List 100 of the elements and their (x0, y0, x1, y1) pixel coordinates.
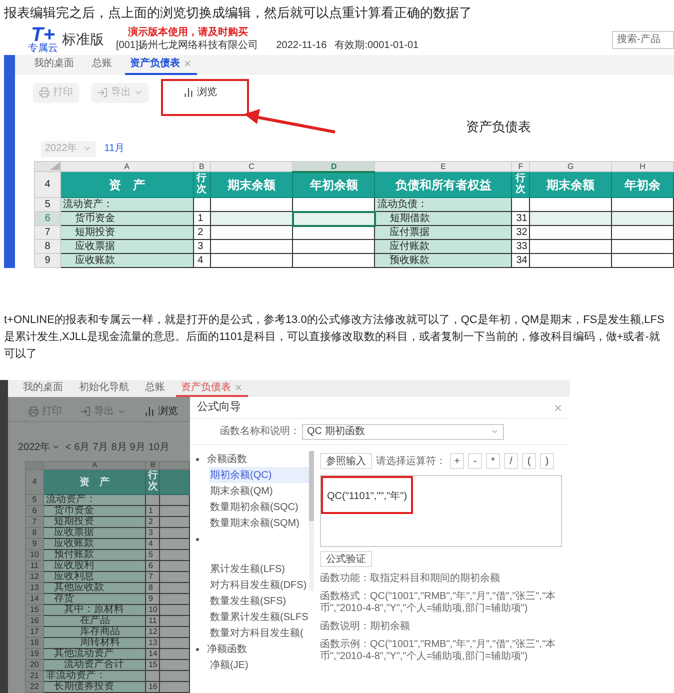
close-icon[interactable] (553, 402, 563, 412)
sheet-cell: 资 产 (60, 172, 194, 198)
tab[interactable]: 初始化导航 (74, 380, 134, 397)
row-number: 22 (26, 682, 44, 692)
tree-item[interactable]: 数量发生额(SFS) (209, 593, 310, 609)
row-number: 20 (26, 660, 44, 670)
month-tab[interactable]: 9月 (130, 440, 146, 455)
sheet-cell: 其他应收款 (43, 582, 146, 594)
sheet-cell: 应收利息 (43, 572, 146, 582)
export-icon (80, 406, 91, 416)
tab[interactable]: 我的桌面 (29, 54, 79, 75)
verify-formula-button[interactable]: 公式验证 (320, 551, 372, 567)
row-number: 10 (26, 550, 44, 560)
bar-chart-icon (183, 87, 194, 98)
validity-text: 有效期:0001-01-01 (334, 39, 419, 52)
sheet-cell: 其他流动资产 (43, 648, 146, 660)
column-header[interactable]: H (612, 161, 674, 172)
sheet-cell: 库存商品 (43, 626, 146, 638)
company-name: [001]扬州七龙网络科技有限公司 (116, 39, 258, 52)
scrollbar[interactable] (309, 451, 314, 591)
operator-button[interactable]: + (450, 453, 464, 469)
sheet-cell: 应收账款 (43, 538, 146, 550)
tree-group[interactable]: 净额函数 (207, 642, 247, 656)
function-label: 函数名称和说明： (220, 424, 300, 439)
sheet-cell: 预收账款 (374, 254, 512, 268)
bullet-icon (196, 458, 199, 460)
tree-group[interactable]: 余额函数 (207, 452, 247, 466)
search-field[interactable]: 搜索-产品 (612, 30, 674, 49)
function-select[interactable]: QC 期初函数 (302, 424, 504, 440)
operator-button[interactable]: ) (540, 453, 554, 469)
reference-input-button[interactable]: 参照输入 (320, 453, 372, 469)
month-tab[interactable]: 6月 (74, 440, 90, 455)
tree-item[interactable]: 数量期末余额(SQM) (209, 515, 310, 531)
sheet-cell: 应收股利 (43, 560, 146, 572)
column-header[interactable]: A (60, 161, 194, 172)
sheet-cell: 流动资产合计 (43, 660, 146, 670)
tree-item[interactable]: 期初余额(QC) (209, 467, 310, 483)
body-paragraph: t+ONLINE的报表和专属云一样，就是打开的是公式，参考13.0的公式修改方法修改就可以了，QC是年初，QM是期末，FS是发生额,LFS是累计发生,XJLL是现金流量的意思。后面的1101是科目，可以直接修改取数的科目，或者复制一下当前的，修改科目编码，做+或者-就可以了 (3, 312, 666, 362)
sheet-cell: 货币资金 (43, 506, 146, 516)
tree-item[interactable]: 数量累计发生额(SLFS (209, 609, 310, 625)
column-header[interactable]: F (512, 161, 530, 172)
date-text: 2022-11-16 (276, 39, 327, 52)
close-icon (234, 383, 243, 392)
tree-item[interactable]: 数量期初余额(SQC) (209, 499, 310, 515)
month-tab[interactable]: 8月 (111, 440, 127, 455)
sheet-cell (160, 470, 190, 494)
column-header[interactable]: G (530, 161, 612, 172)
row-number: 8 (34, 240, 60, 254)
dialog-title: 公式向导 (197, 400, 241, 416)
formula-field[interactable]: QC("1101","","年") (320, 475, 562, 547)
select-all-corner[interactable] (26, 462, 44, 470)
sheet-cell: 长期债券投资 (43, 682, 146, 692)
sheet-cell: 期末余额 (210, 172, 293, 198)
operator-button[interactable]: ( (522, 453, 536, 469)
column-header[interactable] (160, 462, 190, 470)
month-tab[interactable]: 10月 (148, 440, 170, 455)
sheet-cell: 短期借款 (374, 212, 512, 226)
operator-button[interactable]: / (504, 453, 518, 469)
sheet-cell: 应收票据 (60, 240, 194, 254)
browse-button[interactable]: 浏览 (177, 82, 223, 103)
year-select[interactable]: 2022年 (18, 440, 60, 455)
row-number: 7 (26, 516, 44, 528)
close-icon (183, 59, 192, 68)
sheet-cell: 行次 (512, 172, 530, 198)
sheet-cell: 货币资金 (60, 212, 194, 226)
row-number: 17 (26, 626, 44, 638)
function-info-text: 函数示例：QC("1001","RMB","年","月","借","张三","本币","2010-4-8","Y","个人=辅助项,部门=辅助项") (320, 639, 557, 663)
sheet-cell: 应付票据 (374, 226, 512, 240)
sheet-cell: 行次 (193, 172, 210, 198)
operator-button[interactable]: * (486, 453, 500, 469)
browse-button[interactable]: 浏览 (138, 401, 184, 421)
tree-item[interactable]: 对方科目发生额(DFS) (209, 577, 310, 593)
report-title: 资产负债表 (466, 118, 531, 136)
tab[interactable]: 总账 (140, 380, 170, 397)
month-tab[interactable]: 11月 (104, 141, 125, 156)
column-header[interactable]: E (374, 161, 512, 172)
sheet-cell: 应收账款 (60, 254, 194, 268)
tree-item[interactable]: 累计发生额(LFS) (209, 561, 310, 577)
tree-item[interactable]: 数量对方科目发生额( (209, 625, 310, 641)
tab[interactable]: 资产负债表 (125, 54, 197, 75)
previous-button[interactable]: < (65, 440, 72, 455)
column-header[interactable]: B (193, 161, 210, 172)
tab[interactable]: 我的桌面 (18, 380, 68, 397)
month-tab[interactable]: 7月 (92, 440, 108, 455)
sheet-cell: 流动负债： (374, 198, 512, 212)
tree-item[interactable]: 净额(JE) (209, 657, 310, 673)
column-header[interactable]: C (210, 161, 293, 172)
sheet-cell: 非流动资产： (43, 670, 146, 682)
operator-button[interactable]: - (468, 453, 482, 469)
intro-text: 报表编辑完之后，点上面的浏览切换成编辑，然后就可以点重计算看正确的数据了 (4, 4, 472, 22)
printer-icon (28, 406, 39, 416)
tab[interactable]: 总账 (87, 54, 117, 75)
sheet-cell: 年初余 (612, 172, 674, 198)
row-number: 9 (34, 254, 60, 268)
printer-icon (39, 87, 50, 98)
edition-label: 标准版 (62, 30, 104, 50)
sheet-cell: 在产品 (43, 616, 146, 626)
row-number: 21 (26, 670, 44, 682)
tree-item[interactable]: 期末余额(QM) (209, 483, 310, 499)
sheet-cell: 流动资产： (43, 494, 146, 506)
